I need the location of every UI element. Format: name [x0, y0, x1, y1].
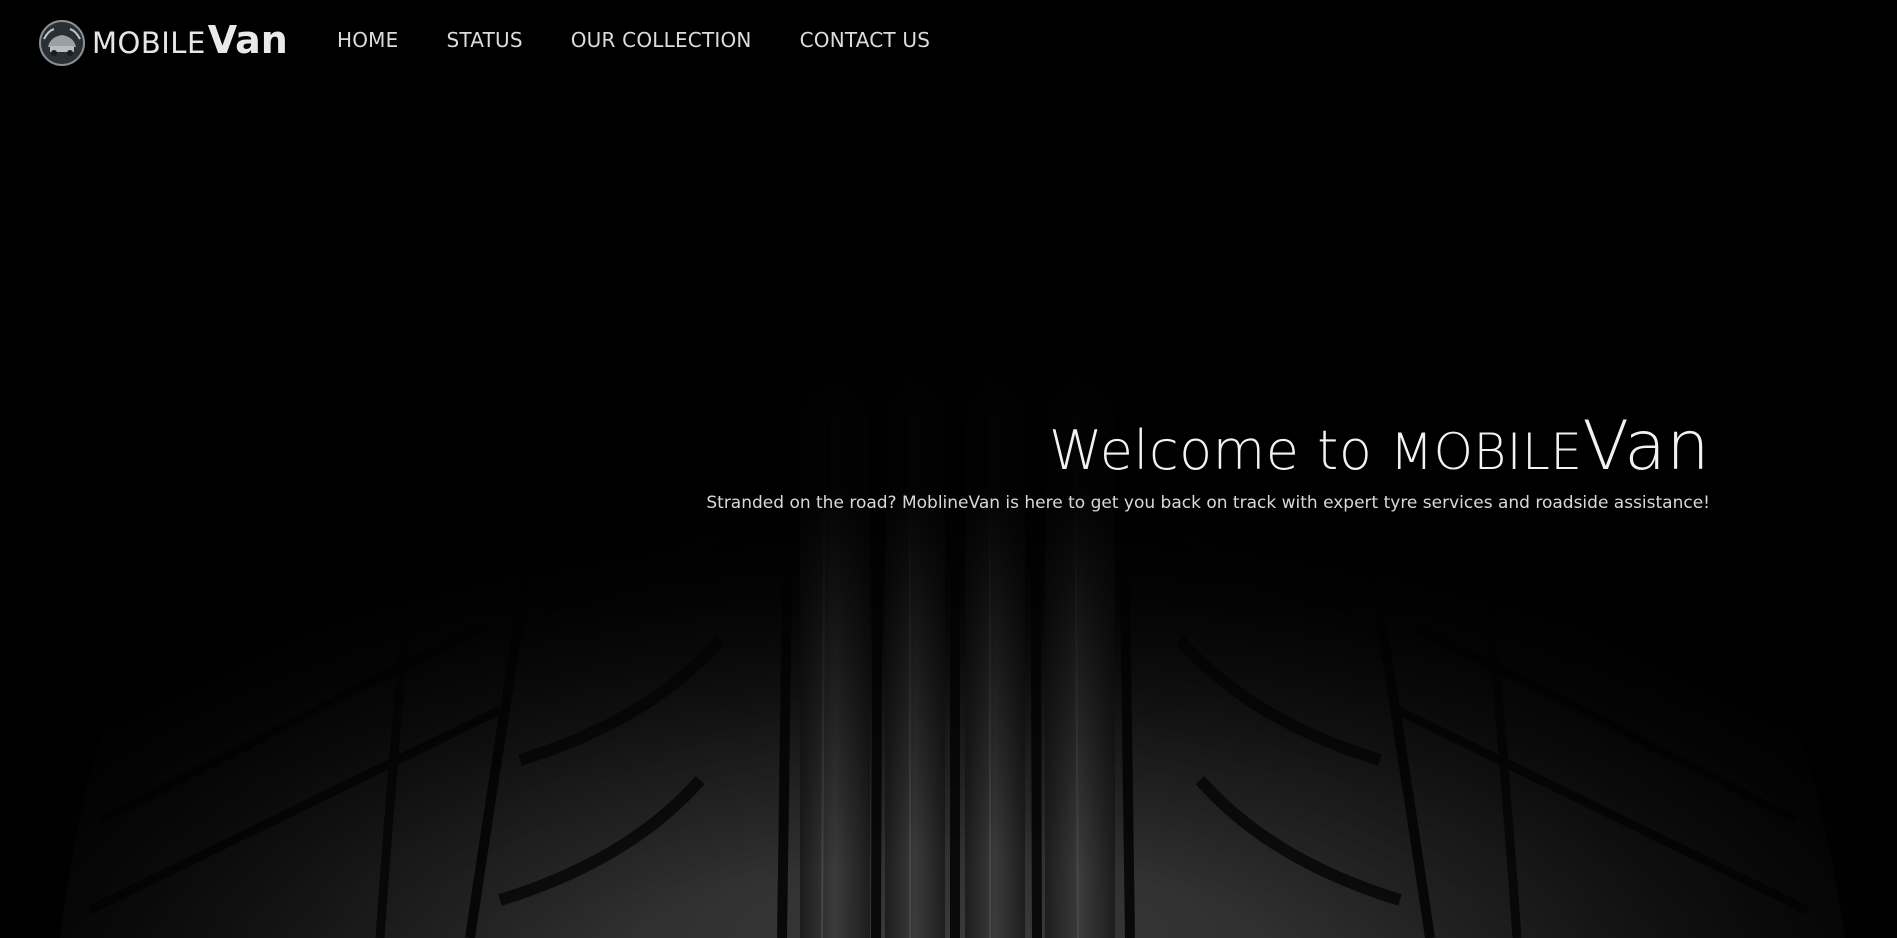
nav-status[interactable]: STATUS [446, 28, 522, 52]
hero-title-brand-big: Van [1582, 407, 1710, 486]
logo-text-main: MOBILE [92, 26, 206, 60]
car-emblem-icon [39, 20, 85, 66]
nav-home[interactable]: HOME [337, 28, 398, 52]
hero-title-brand-small: MOBILE [1390, 423, 1583, 481]
hero-text: Welcome to MOBILEVan Stranded on the roa… [610, 412, 1710, 514]
logo-text-bold: Van [207, 18, 288, 62]
page: MOBILE Van HOME STATUS OUR COLLECTION CON… [0, 0, 1897, 938]
nav-contact-us[interactable]: CONTACT US [800, 28, 931, 52]
hero-subtitle: Stranded on the road? MoblineVan is here… [706, 493, 1710, 513]
site-logo[interactable]: MOBILE Van [38, 18, 288, 68]
main-nav: HOME STATUS OUR COLLECTION CONTACT US [337, 28, 978, 52]
nav-our-collection[interactable]: OUR COLLECTION [571, 28, 752, 52]
hero-title: Welcome to MOBILEVan [610, 412, 1710, 487]
site-header: MOBILE Van HOME STATUS OUR COLLECTION CON… [0, 0, 1897, 82]
hero-title-prefix: Welcome to [1048, 419, 1391, 482]
